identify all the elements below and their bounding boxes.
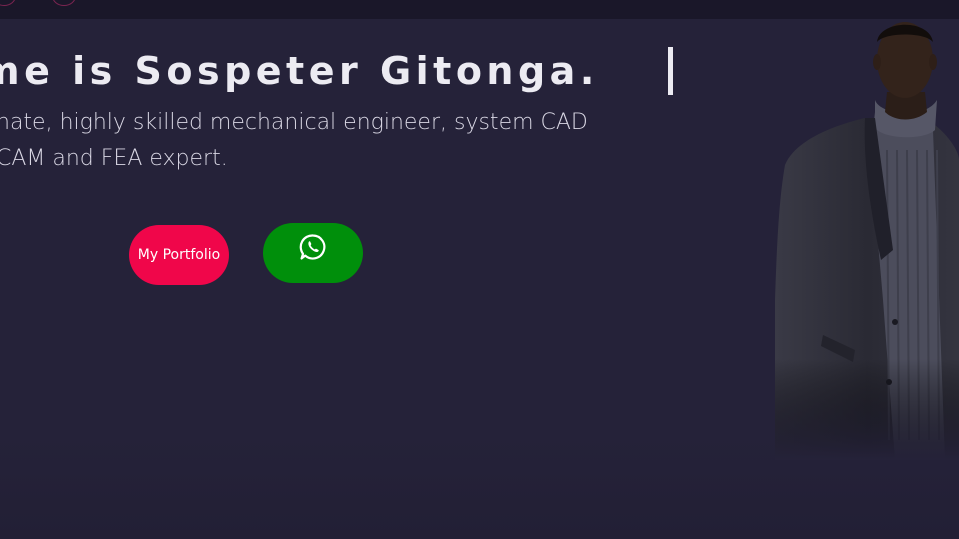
hero-section: me is Sospeter Gitonga. nate, highly ski…	[0, 19, 959, 539]
nav-decoration-circle	[52, 0, 76, 6]
hero-description: nate, highly skilled mechanical engineer…	[0, 110, 588, 171]
typing-cursor	[668, 47, 673, 95]
nav-decoration-circle	[0, 0, 16, 6]
hero-headline: me is Sospeter Gitonga.	[0, 49, 599, 93]
portfolio-button[interactable]: My Portfolio	[129, 225, 229, 285]
whatsapp-icon	[299, 224, 327, 264]
portrait-photo	[775, 19, 959, 460]
whatsapp-button[interactable]	[263, 223, 363, 283]
top-navbar	[0, 0, 959, 19]
